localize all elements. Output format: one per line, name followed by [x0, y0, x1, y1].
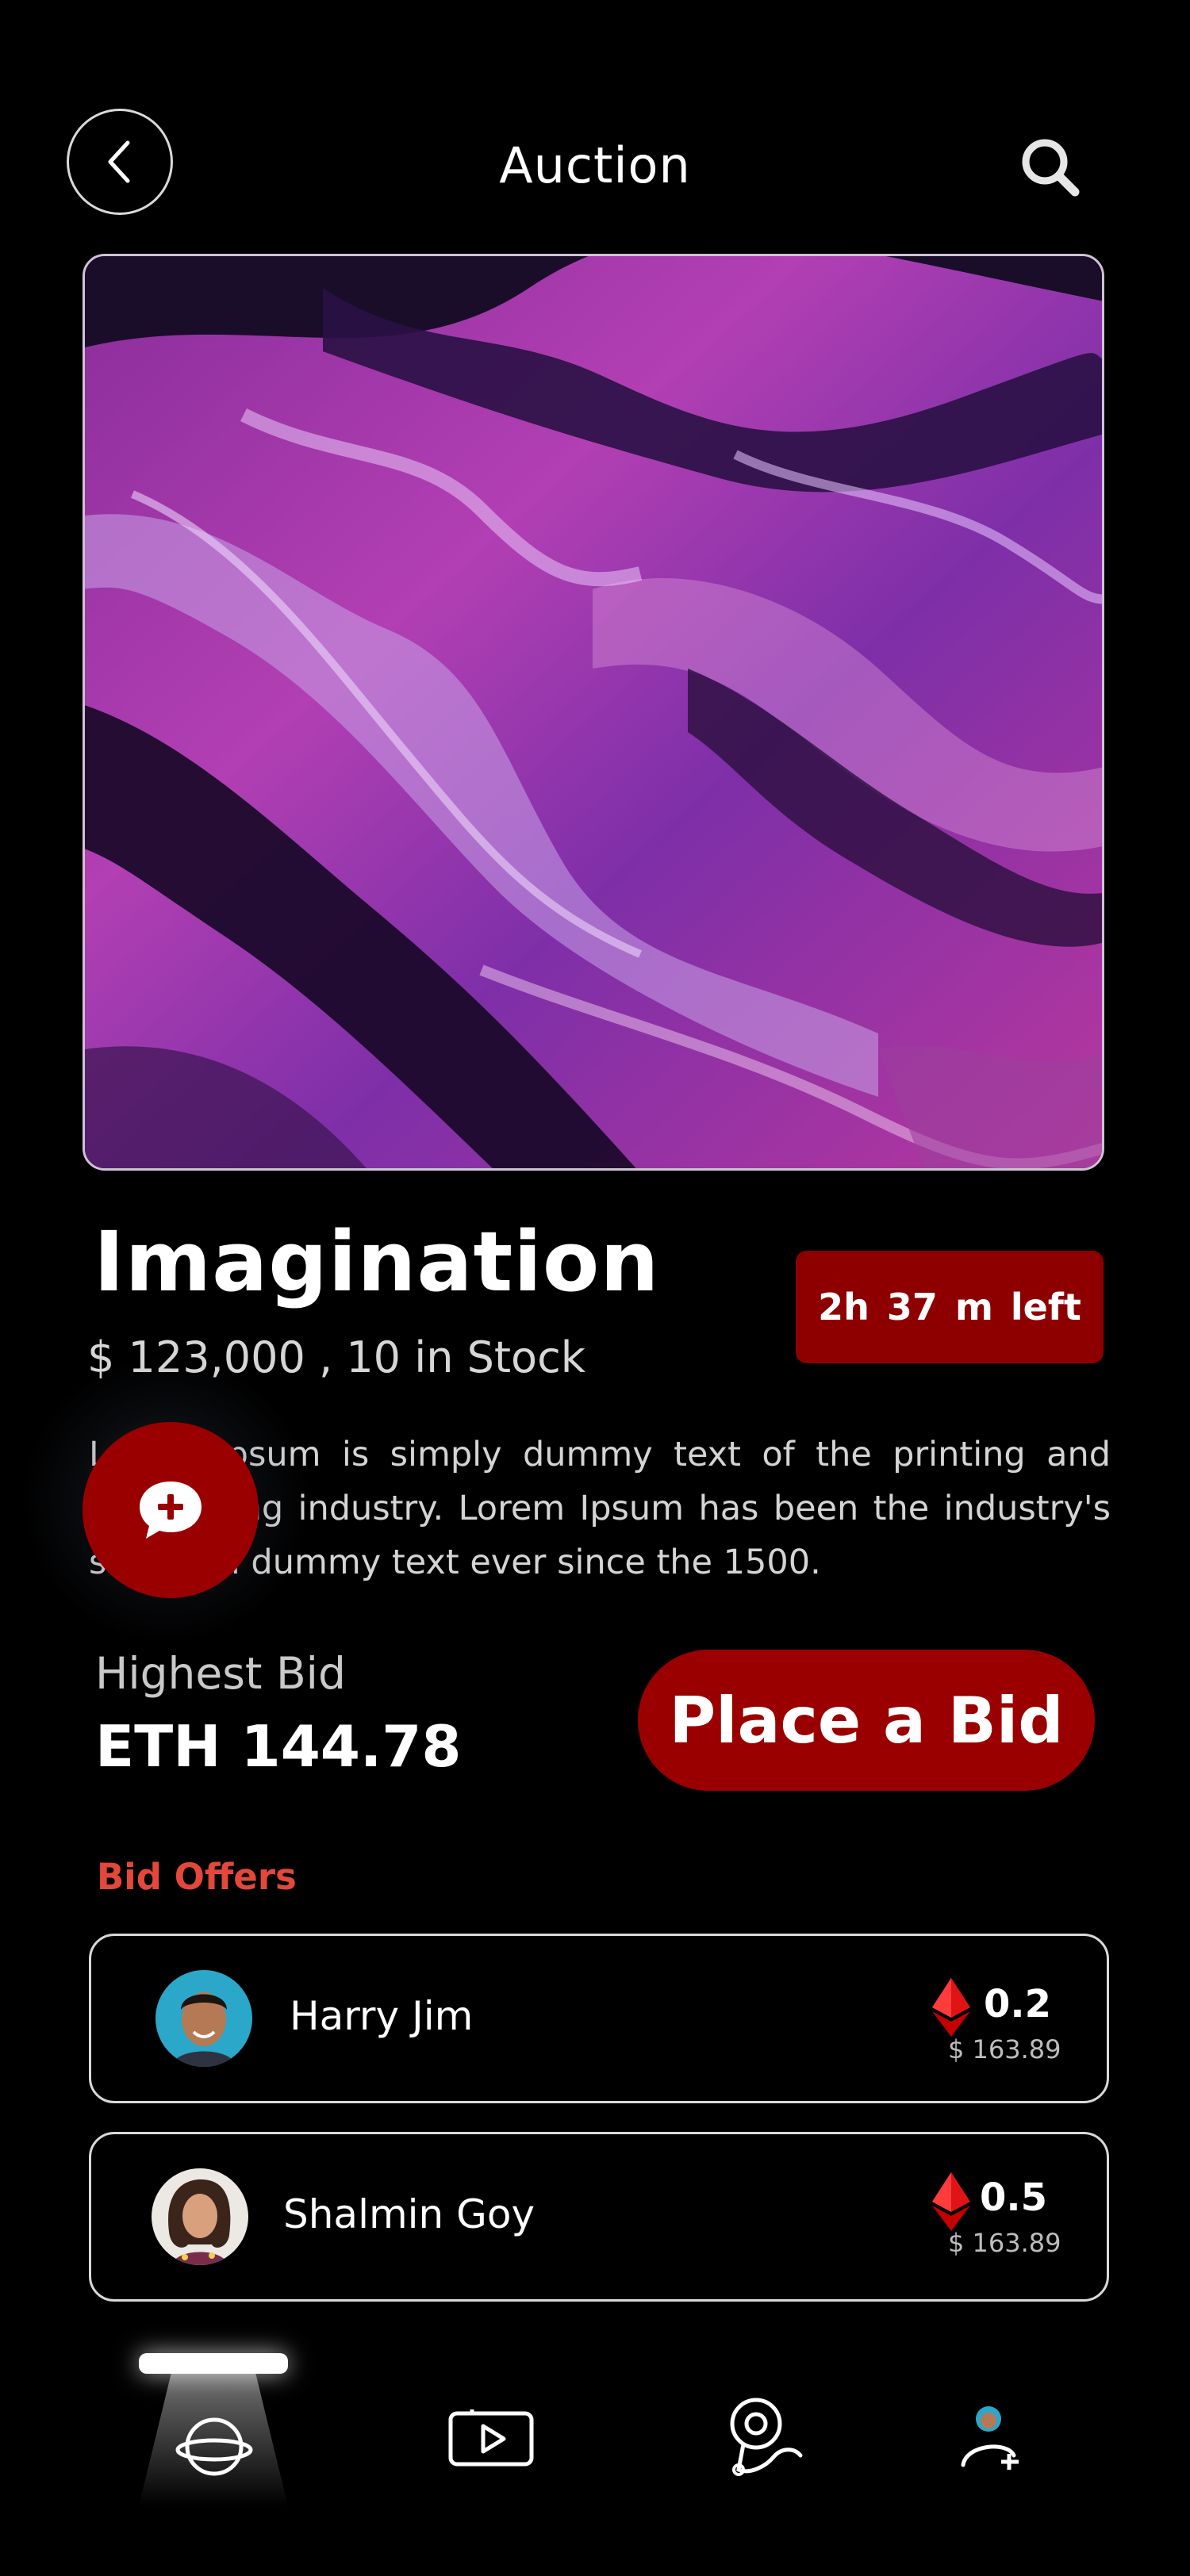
chat-plus-icon	[140, 1482, 202, 1539]
place-bid-button[interactable]: Place a Bid	[638, 1650, 1095, 1791]
ethereum-icon	[932, 1978, 970, 2037]
nav-item-videos[interactable]	[448, 2407, 534, 2471]
offer-amount: 0.2	[984, 1982, 1052, 2026]
bid-offers-title: Bid Offers	[97, 1856, 297, 1898]
highest-bid-label: Highest Bid	[95, 1648, 346, 1699]
item-title: Imagination	[94, 1213, 660, 1310]
bid-offer-card[interactable]: Shalmin Goy 0.5 $ 163.89	[89, 2132, 1109, 2302]
ethereum-icon	[932, 2172, 970, 2231]
chat-fab-button[interactable]	[83, 1422, 259, 1598]
avatar	[155, 1970, 252, 2067]
time-left-badge: 2h 37 m left	[796, 1251, 1104, 1363]
offer-usd: $ 163.89	[948, 2228, 1061, 2258]
nav-active-indicator	[139, 2353, 288, 2374]
offer-usd: $ 163.89	[948, 2034, 1061, 2064]
nav-item-home[interactable]	[175, 2407, 254, 2490]
avatar	[152, 2168, 248, 2265]
bid-offer-card[interactable]: Harry Jim 0.2 $ 163.89	[89, 1934, 1109, 2103]
add-user-icon	[961, 2406, 1019, 2470]
nav-item-profile[interactable]	[960, 2403, 1027, 2473]
offer-name: Harry Jim	[290, 1993, 474, 2039]
search-button[interactable]	[1019, 136, 1083, 200]
highest-bid-value: ETH 144.78	[95, 1713, 462, 1780]
search-icon	[1022, 139, 1080, 197]
page-title: Auction	[499, 136, 691, 194]
offer-name: Shalmin Goy	[283, 2191, 536, 2237]
planet-icon	[175, 2417, 253, 2476]
location-route-icon	[730, 2398, 803, 2476]
artwork-image	[83, 254, 1104, 1171]
video-play-icon	[448, 2409, 534, 2467]
nav-item-location[interactable]	[726, 2395, 805, 2481]
offer-amount: 0.5	[980, 2175, 1048, 2220]
